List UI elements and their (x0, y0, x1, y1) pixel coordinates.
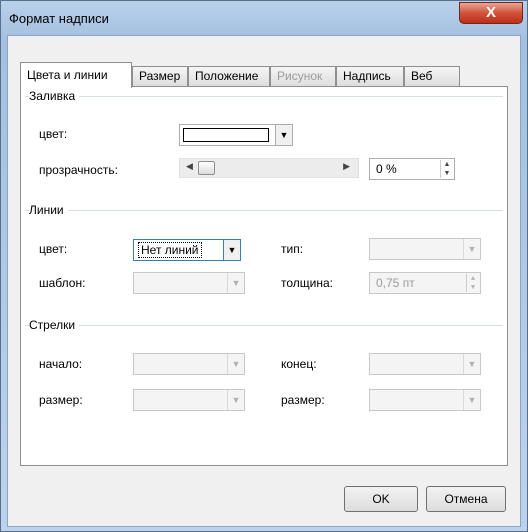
line-type-label: тип: (281, 242, 304, 256)
fill-color-label: цвет: (39, 127, 68, 141)
arrow-begin-size-label: размер: (39, 393, 83, 407)
slider-thumb[interactable] (198, 161, 215, 175)
dropdown-arrow-icon: ▼ (275, 125, 292, 145)
line-color-label: цвет: (39, 242, 68, 256)
group-divider (25, 210, 503, 211)
title-bar[interactable]: Формат надписи X (1, 1, 527, 35)
ok-button[interactable]: OK (344, 486, 418, 512)
tab-panel-colors-lines: Заливка цвет: ▼ прозрачность: ◀ ▶ 0 % ▲ ▼… (20, 86, 508, 466)
tab-textbox[interactable]: Надпись (336, 66, 404, 87)
spin-arrows-icon[interactable]: ▲ ▼ (466, 274, 479, 292)
dropdown-arrow-icon: ▼ (223, 240, 240, 260)
transparency-value: 0 % (376, 162, 397, 176)
window-title: Формат надписи (9, 11, 109, 26)
line-weight-value: 0,75 пт (376, 276, 415, 290)
dialog-body: Цвета и линии Размер Положение Рисунок Н… (7, 35, 521, 527)
arrow-begin-label: начало: (39, 357, 83, 371)
arrow-end-dropdown[interactable]: ▼ (369, 353, 481, 375)
transparency-label: прозрачность: (39, 163, 118, 177)
line-color-dropdown[interactable]: Нет линий ▼ (133, 239, 241, 261)
tab-size[interactable]: Размер (132, 66, 188, 87)
line-weight-label: толщина: (281, 276, 333, 290)
lines-group-label: Линии (29, 203, 68, 217)
tab-colors-lines[interactable]: Цвета и линии (20, 62, 132, 88)
dropdown-arrow-icon: ▼ (227, 390, 244, 410)
close-button[interactable]: X (459, 2, 523, 24)
fill-color-dropdown[interactable]: ▼ (179, 124, 293, 146)
dropdown-arrow-icon: ▼ (463, 390, 480, 410)
tab-position[interactable]: Положение (188, 66, 270, 87)
arrow-end-size-label: размер: (281, 393, 325, 407)
pattern-label: шаблон: (39, 276, 86, 290)
tab-picture[interactable]: Рисунок (270, 66, 336, 87)
transparency-spinner[interactable]: 0 % ▲ ▼ (369, 158, 455, 180)
dialog-window: Формат надписи X Цвета и линии Размер По… (0, 0, 528, 532)
spin-arrows-icon[interactable]: ▲ ▼ (440, 160, 453, 178)
group-divider (25, 325, 503, 326)
dropdown-arrow-icon: ▼ (463, 239, 480, 259)
dropdown-arrow-icon: ▼ (463, 354, 480, 374)
line-type-dropdown[interactable]: ▼ (369, 238, 481, 260)
close-icon: X (485, 4, 496, 21)
cancel-button[interactable]: Отмена (426, 486, 506, 512)
pattern-dropdown[interactable]: ▼ (133, 272, 245, 294)
fill-group-label: Заливка (29, 89, 80, 103)
line-color-value: Нет линий (138, 242, 202, 258)
dropdown-arrow-icon: ▼ (227, 354, 244, 374)
slider-right-arrow-icon[interactable]: ▶ (343, 161, 350, 172)
group-divider (25, 96, 503, 97)
slider-left-arrow-icon[interactable]: ◀ (186, 161, 193, 172)
arrow-end-label: конец: (281, 357, 317, 371)
dropdown-arrow-icon: ▼ (227, 273, 244, 293)
line-weight-spinner[interactable]: 0,75 пт ▲ ▼ (369, 272, 481, 294)
tab-web[interactable]: Веб (404, 66, 460, 87)
arrows-group-label: Стрелки (29, 318, 80, 332)
fill-color-swatch (183, 128, 269, 142)
arrow-begin-dropdown[interactable]: ▼ (133, 353, 245, 375)
arrow-end-size-dropdown[interactable]: ▼ (369, 389, 481, 411)
transparency-slider[interactable]: ◀ ▶ (179, 158, 359, 178)
arrow-begin-size-dropdown[interactable]: ▼ (133, 389, 245, 411)
